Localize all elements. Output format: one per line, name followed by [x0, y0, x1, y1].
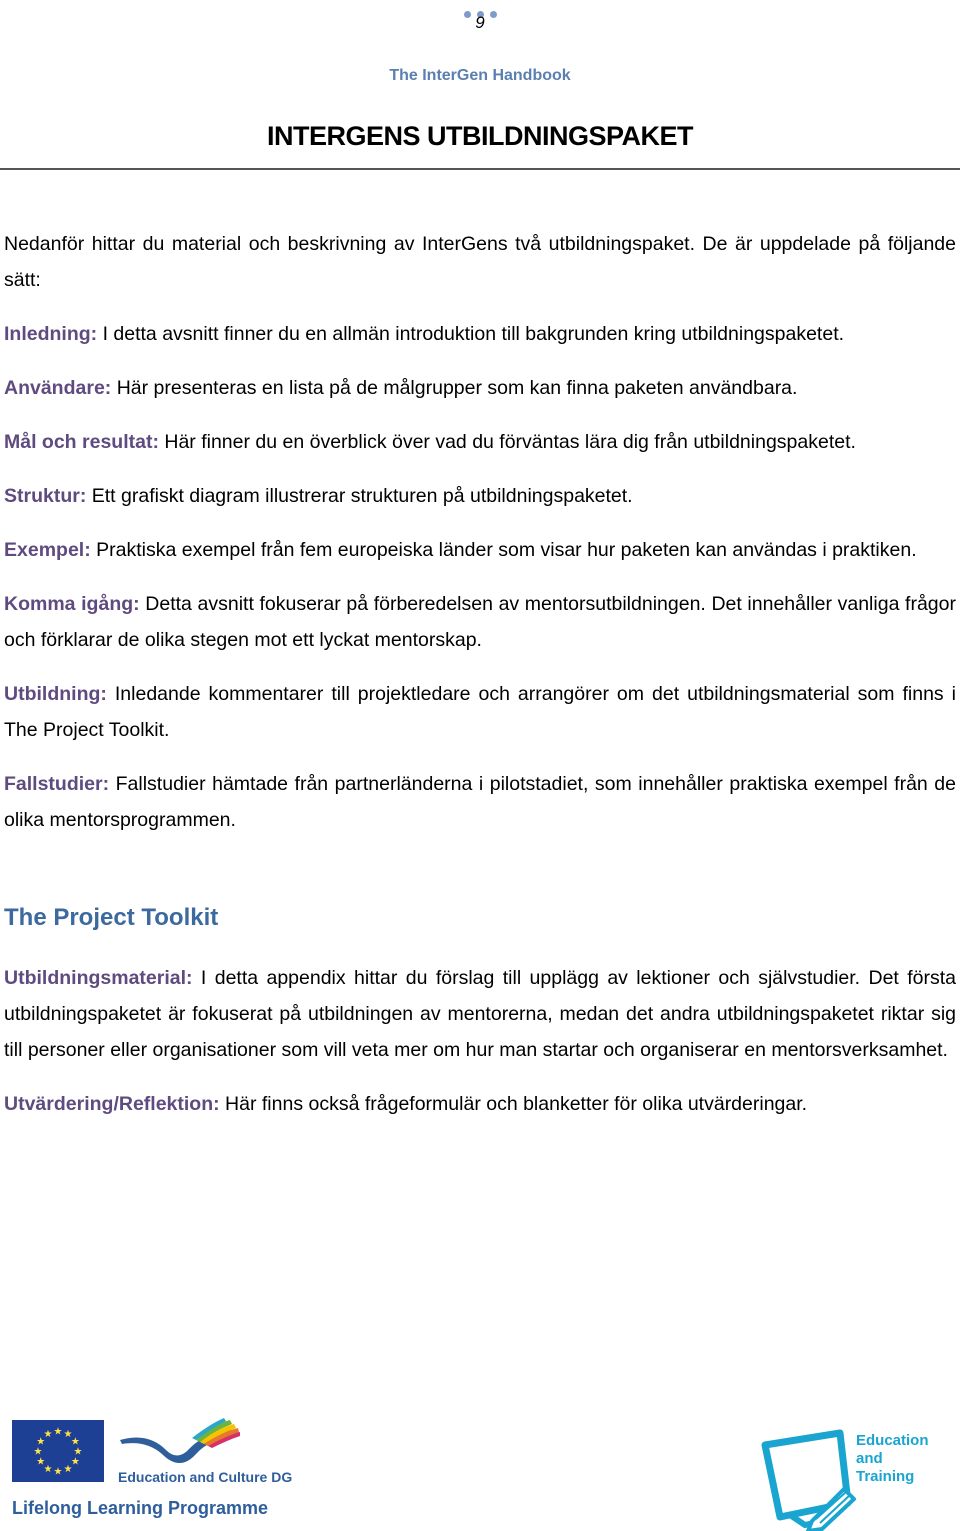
section-text: Detta avsnitt fokuserar på förberedelsen… [4, 593, 956, 651]
footer-logos: ★ ★ ★ ★ ★ ★ ★ ★ ★ ★ ★ ★ Education and Culture DG Li… [0, 1415, 960, 1531]
llp-bird-icon [120, 1418, 240, 1463]
title-divider [0, 168, 960, 170]
section-label: Exempel: [4, 539, 91, 561]
section-text: Fallstudier hämtade från partnerländerna… [4, 773, 956, 831]
section-label: Komma igång: [4, 593, 140, 615]
section-text: Här finns också frågeformulär och blanke… [219, 1093, 808, 1115]
section-text: Ett grafiskt diagram illustrerar struktu… [86, 485, 633, 507]
eu-flag-icon: ★ ★ ★ ★ ★ ★ ★ ★ ★ ★ ★ ★ [12, 1420, 104, 1482]
section-fallstudier: Fallstudier: Fallstudier hämtade från pa… [4, 766, 956, 838]
section-label: Mål och resultat: [4, 431, 159, 453]
eu-star-icon: ★ [34, 1447, 43, 1458]
section-utbildning: Utbildning: Inledande kommentarer till p… [4, 676, 956, 748]
eu-star-icon: ★ [36, 1457, 45, 1468]
education-training-label: Education and Training [856, 1432, 929, 1486]
section-mal-och-resultat: Mål och resultat: Här finner du en överb… [4, 424, 956, 460]
section-label: Utvärdering/Reflektion: [4, 1093, 220, 1115]
section-text: Praktiska exempel från fem europeiska lä… [90, 539, 917, 561]
section-label: Inledning: [4, 323, 98, 345]
section-text: Inledande kommentarer till projektledare… [4, 683, 956, 741]
section-text: Här finner du en överblick över vad du f… [158, 431, 856, 453]
eu-star-icon: ★ [54, 1427, 63, 1438]
handbook-title: The InterGen Handbook [389, 67, 571, 84]
section-anvandare: Användare: Här presenteras en lista på d… [4, 370, 956, 406]
edu-culture-dg-label: Education and Culture DG [118, 1469, 293, 1485]
section-struktur: Struktur: Ett grafiskt diagram illustrer… [4, 478, 956, 514]
eu-star-icon: ★ [64, 1464, 73, 1475]
toolkit-utbildningsmaterial: Utbildningsmaterial: I detta appendix hi… [4, 960, 956, 1068]
toolkit-heading: The Project Toolkit [4, 904, 219, 931]
intro-paragraph: Nedanför hittar du material och beskrivn… [4, 233, 956, 291]
document-body: Nedanför hittar du material och beskrivn… [4, 226, 956, 1140]
page-title: INTERGENS UTBILDNINGSPAKET [266, 121, 694, 151]
section-label: Utbildning: [4, 683, 107, 705]
et-line: Training [856, 1468, 915, 1485]
eu-star-icon: ★ [54, 1467, 63, 1478]
toolkit-utvardering: Utvärdering/Reflektion: Här finns också … [4, 1086, 956, 1122]
section-label: Utbildningsmaterial: [4, 967, 193, 989]
section-inledning: Inledning: I detta avsnitt finner du en … [4, 316, 956, 352]
section-exempel: Exempel: Praktiska exempel från fem euro… [4, 532, 956, 568]
et-line: Education [856, 1432, 929, 1449]
section-label: Struktur: [4, 485, 87, 507]
computer-pencil-icon [761, 1429, 856, 1531]
section-label: Användare: [4, 377, 112, 399]
section-label: Fallstudier: [4, 773, 110, 795]
page-number: 9 [475, 13, 485, 32]
eu-star-icon: ★ [44, 1429, 53, 1440]
section-komma-igang: Komma igång: Detta avsnitt fokuserar på … [4, 586, 956, 658]
section-text: I detta avsnitt finner du en allmän intr… [97, 323, 845, 345]
llp-label: Lifelong Learning Programme [12, 1498, 269, 1518]
section-text: Här presenteras en lista på de målgruppe… [111, 377, 798, 399]
et-line: and [856, 1450, 883, 1467]
